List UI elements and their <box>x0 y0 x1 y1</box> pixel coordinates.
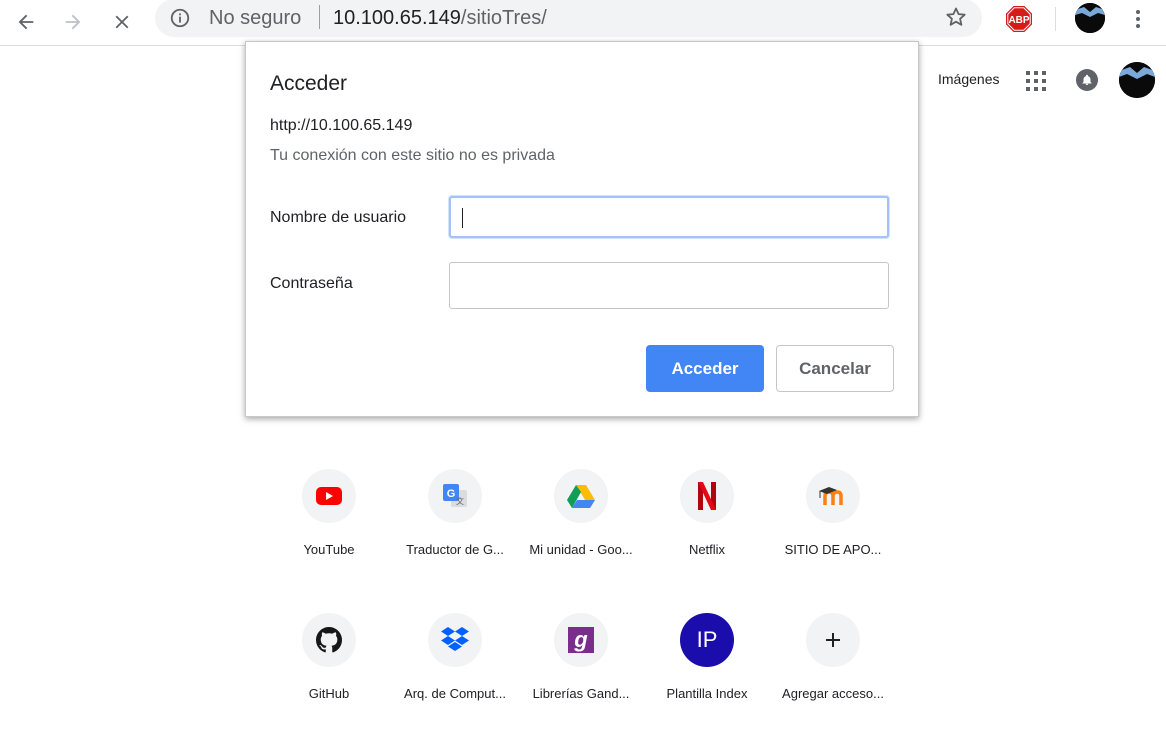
url-path: /sitioTres/ <box>460 7 547 29</box>
bell-icon[interactable] <box>1076 69 1098 91</box>
avatar-image <box>1119 62 1155 98</box>
bell-glyph <box>1082 74 1092 85</box>
shortcut-tile[interactable]: Mi unidad - Goo... <box>518 469 644 579</box>
username-label: Nombre de usuario <box>270 209 407 226</box>
ip-badge-icon: IP <box>696 627 718 652</box>
shortcut-icon-circle <box>806 469 860 523</box>
sign-in-button[interactable]: Acceder <box>646 345 764 392</box>
info-icon[interactable] <box>169 7 191 29</box>
close-icon <box>115 15 129 29</box>
shortcut-icon-circle <box>806 613 860 667</box>
shortcut-icon-circle: IP <box>680 613 734 667</box>
shortcut-tile[interactable]: GitHub <box>266 613 392 723</box>
shortcut-icon-circle: g <box>554 613 608 667</box>
shortcut-icon-circle <box>302 613 356 667</box>
shortcut-label: Arq. de Comput... <box>404 686 506 701</box>
github-icon <box>316 627 342 653</box>
shortcut-tile[interactable]: SITIO DE APO... <box>770 469 896 579</box>
youtube-icon <box>316 487 342 505</box>
dialog-title: Acceder <box>270 72 348 95</box>
profile-avatar[interactable] <box>1075 3 1105 33</box>
adblock-plus-icon[interactable]: ABP <box>1006 6 1032 32</box>
kebab-menu-icon[interactable] <box>1128 6 1148 32</box>
svg-text:G: G <box>447 488 456 500</box>
adblock-text: ABP <box>1008 15 1029 26</box>
arrow-right-icon <box>65 14 81 30</box>
google-translate-icon: G 文 <box>443 484 467 507</box>
url-host: 10.100.65.149 <box>333 7 461 29</box>
shortcut-tile[interactable]: G 文 Traductor de G... <box>392 469 518 579</box>
shortcut-tile[interactable]: Netflix <box>644 469 770 579</box>
shortcut-label: Traductor de G... <box>406 542 504 557</box>
apps-grid-icon[interactable] <box>1026 71 1046 91</box>
browser-toolbar: No seguro 10.100.65.149/sitioTres/ ABP <box>0 0 1166 46</box>
shortcut-icon-circle <box>428 613 482 667</box>
avatar-image <box>1075 3 1105 33</box>
shortcut-icon-circle <box>680 469 734 523</box>
shortcut-label: Mi unidad - Goo... <box>529 542 633 557</box>
password-field[interactable] <box>449 262 889 309</box>
shortcut-label: Netflix <box>688 542 726 557</box>
shortcut-icon-circle <box>554 469 608 523</box>
shortcut-icon-circle: G 文 <box>428 469 482 523</box>
images-link[interactable]: Imágenes <box>938 71 999 87</box>
shortcut-tile[interactable]: IP Plantilla Index <box>644 613 770 723</box>
svg-text:g: g <box>573 627 588 652</box>
privacy-warning: Tu conexión con este sitio no es privada <box>270 147 555 164</box>
google-drive-icon <box>567 485 595 508</box>
google-header: l Imágenes <box>900 62 1166 102</box>
arrow-left-icon <box>18 14 34 30</box>
password-label: Contraseña <box>270 275 353 292</box>
shortcut-label: Agregar acceso... <box>782 686 884 701</box>
url-text[interactable]: 10.100.65.149/sitioTres/ <box>333 7 547 30</box>
dialog-origin: http://10.100.65.149 <box>270 117 413 134</box>
gandhi-icon: g <box>568 627 594 653</box>
moodle-icon <box>819 487 843 505</box>
svg-text:文: 文 <box>456 496 464 506</box>
shortcut-label: YouTube <box>303 542 355 557</box>
shortcut-label: GitHub <box>308 686 350 701</box>
shortcut-label: Plantilla Index <box>666 686 748 701</box>
address-bar[interactable]: No seguro 10.100.65.149/sitioTres/ <box>155 0 982 37</box>
stop-button[interactable] <box>104 4 140 40</box>
auth-dialog: Acceder http://10.100.65.149 Tu conexión… <box>245 41 919 417</box>
shortcut-icon-circle <box>302 469 356 523</box>
dropbox-icon <box>441 627 469 651</box>
text-caret <box>462 208 463 228</box>
back-button[interactable] <box>8 4 44 40</box>
omnibox-divider <box>319 5 320 29</box>
username-field[interactable] <box>449 196 889 238</box>
shortcut-tile[interactable]: Arq. de Comput... <box>392 613 518 723</box>
security-label[interactable]: No seguro <box>209 7 301 30</box>
shortcut-label: Librerías Gand... <box>532 686 630 701</box>
shortcut-tile[interactable]: g Librerías Gand... <box>518 613 644 723</box>
shortcut-label: SITIO DE APO... <box>784 542 882 557</box>
forward-button[interactable] <box>55 4 91 40</box>
bookmark-star-icon[interactable] <box>944 5 968 29</box>
cancel-button[interactable]: Cancelar <box>776 345 894 392</box>
plus-icon <box>826 633 840 647</box>
add-shortcut-tile[interactable]: Agregar acceso... <box>770 613 896 723</box>
shortcut-tile[interactable]: YouTube <box>266 469 392 579</box>
toolbar-divider <box>1055 7 1056 31</box>
netflix-icon <box>698 482 716 510</box>
account-avatar[interactable] <box>1119 62 1155 98</box>
